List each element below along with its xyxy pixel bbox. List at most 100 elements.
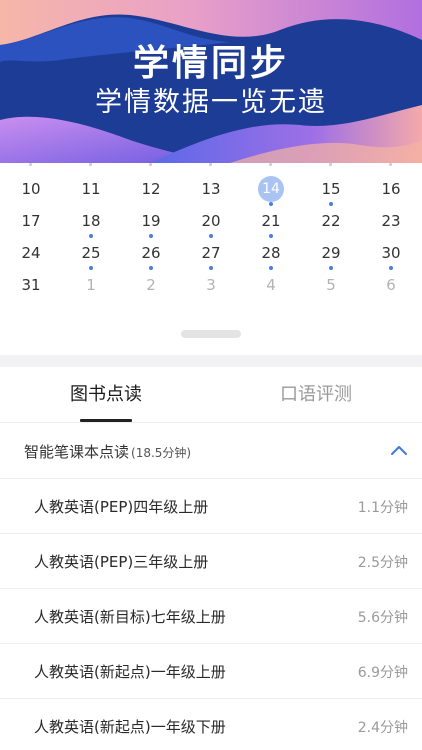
calendar-cutoff-mark: [209, 163, 212, 166]
book-title: 人教英语(PEP)四年级上册: [34, 498, 209, 516]
reading-summary-header[interactable]: 智能笔课本点读 (18.5分钟): [0, 423, 422, 479]
calendar-day[interactable]: 25: [71, 239, 111, 271]
calendar-day[interactable]: 10: [11, 175, 51, 207]
tab-book-reading[interactable]: 图书点读: [36, 367, 176, 423]
book-title: 人教英语(PEP)三年级上册: [34, 553, 209, 571]
calendar-day[interactable]: 28: [251, 239, 291, 271]
calendar-day-number: 18: [81, 212, 101, 230]
calendar-day[interactable]: 20: [191, 207, 231, 239]
calendar-drag-handle[interactable]: [181, 330, 241, 338]
calendar-day-number: 4: [266, 276, 276, 294]
calendar-cutoff-mark: [149, 163, 152, 166]
activity-dot: [269, 234, 273, 238]
calendar-day[interactable]: 23: [371, 207, 411, 239]
calendar-cutoff-mark: [329, 163, 332, 166]
calendar-cutoff-mark: [89, 163, 92, 166]
calendar-day-number: 31: [21, 276, 41, 294]
calendar-day-number: 5: [326, 276, 336, 294]
book-reading-time: 1.1分钟: [357, 500, 408, 516]
calendar-week-row: 24 25 26 27 28 29 30: [0, 239, 422, 271]
calendar-day[interactable]: 27: [191, 239, 231, 271]
calendar-cutoff-mark: [269, 163, 272, 166]
calendar-day-number: 27: [201, 244, 221, 262]
book-title: 人教英语(新起点)一年级上册: [34, 663, 226, 681]
activity-dot: [209, 266, 213, 270]
activity-dot: [89, 234, 93, 238]
calendar-day-selected[interactable]: 14: [251, 175, 291, 207]
tab-bar: 图书点读 口语评测: [0, 367, 422, 423]
tab-oral-assessment[interactable]: 口语评测: [246, 367, 386, 423]
calendar-day[interactable]: 1: [71, 271, 111, 303]
calendar-week-row: 31 1 2 3 4 5 6: [0, 271, 422, 303]
calendar-day-number: 17: [21, 212, 41, 230]
calendar-week-row: 10 11 12 13 14 15 16: [0, 175, 422, 207]
calendar-day[interactable]: 4: [251, 271, 291, 303]
activity-dot: [209, 234, 213, 238]
calendar-day-number: 10: [21, 180, 41, 198]
calendar-day-number: 15: [321, 180, 341, 198]
section-divider: [0, 355, 422, 367]
calendar-day-number: 25: [81, 244, 101, 262]
calendar-day-number: 16: [381, 180, 401, 198]
calendar-day[interactable]: 12: [131, 175, 171, 207]
activity-dot: [329, 202, 333, 206]
calendar-day-number: 1: [86, 276, 96, 294]
book-list-item[interactable]: 人教英语(新起点)一年级下册 2.4分钟: [0, 699, 422, 750]
calendar-cutoff-mark: [29, 163, 32, 166]
book-reading-time: 6.9分钟: [357, 665, 408, 681]
calendar-day[interactable]: 11: [71, 175, 111, 207]
book-list-item[interactable]: 人教英语(PEP)四年级上册 1.1分钟: [0, 479, 422, 534]
calendar-day[interactable]: 18: [71, 207, 111, 239]
book-reading-time: 2.5分钟: [357, 555, 408, 571]
calendar-day-number: 14: [258, 176, 284, 202]
chevron-up-icon[interactable]: [388, 440, 410, 462]
book-list-item[interactable]: 人教英语(新起点)一年级上册 6.9分钟: [0, 644, 422, 699]
calendar-day[interactable]: 13: [191, 175, 231, 207]
calendar-day[interactable]: 2: [131, 271, 171, 303]
calendar-day[interactable]: 3: [191, 271, 231, 303]
calendar-day-number: 13: [201, 180, 221, 198]
book-title: 人教英语(新目标)七年级上册: [34, 608, 226, 626]
calendar-day-number: 19: [141, 212, 161, 230]
book-list-item[interactable]: 人教英语(新目标)七年级上册 5.6分钟: [0, 589, 422, 644]
calendar-day-number: 21: [261, 212, 281, 230]
calendar-day[interactable]: 6: [371, 271, 411, 303]
activity-dot: [389, 266, 393, 270]
book-list-item[interactable]: 人教英语(PEP)三年级上册 2.5分钟: [0, 534, 422, 589]
calendar-day[interactable]: 30: [371, 239, 411, 271]
activity-dot: [269, 202, 273, 206]
summary-label: 智能笔课本点读: [24, 443, 130, 461]
book-list: 人教英语(PEP)四年级上册 1.1分钟 人教英语(PEP)三年级上册 2.5分钟 人教…: [0, 479, 422, 750]
hero-banner: 学情同步 学情数据一览无遗: [0, 0, 422, 163]
activity-dot: [149, 266, 153, 270]
banner-subtitle: 学情数据一览无遗: [95, 87, 327, 118]
calendar-day-number: 23: [381, 212, 401, 230]
calendar-day-number: 12: [141, 180, 161, 198]
calendar-week-row: 17 18 19 20 21 22 23: [0, 207, 422, 239]
calendar-day[interactable]: 21: [251, 207, 291, 239]
calendar-day-number: 20: [201, 212, 221, 230]
calendar-day[interactable]: 29: [311, 239, 351, 271]
calendar-day-number: 11: [81, 180, 101, 198]
calendar-day[interactable]: 24: [11, 239, 51, 271]
calendar-day[interactable]: 16: [371, 175, 411, 207]
calendar-day[interactable]: 15: [311, 175, 351, 207]
book-reading-time: 5.6分钟: [357, 610, 408, 626]
calendar-day-number: 3: [206, 276, 216, 294]
calendar-day-number: 30: [381, 244, 401, 262]
calendar-cutoff-mark: [389, 163, 392, 166]
calendar-day[interactable]: 19: [131, 207, 171, 239]
calendar-day-number: 28: [261, 244, 281, 262]
calendar-day-number: 26: [141, 244, 161, 262]
calendar-day-number: 6: [386, 276, 396, 294]
calendar-day-number: 24: [21, 244, 41, 262]
calendar-day[interactable]: 17: [11, 207, 51, 239]
book-reading-time: 2.4分钟: [357, 720, 408, 736]
calendar-day[interactable]: 26: [131, 239, 171, 271]
calendar-day[interactable]: 5: [311, 271, 351, 303]
calendar-day[interactable]: 22: [311, 207, 351, 239]
book-title: 人教英语(新起点)一年级下册: [34, 718, 226, 736]
activity-dot: [89, 266, 93, 270]
calendar-month: 10 11 12 13 14 15 16 17 18 19 20 21 22 23 24 25 26 27 28 29…: [0, 163, 422, 355]
calendar-day[interactable]: 31: [11, 271, 51, 303]
